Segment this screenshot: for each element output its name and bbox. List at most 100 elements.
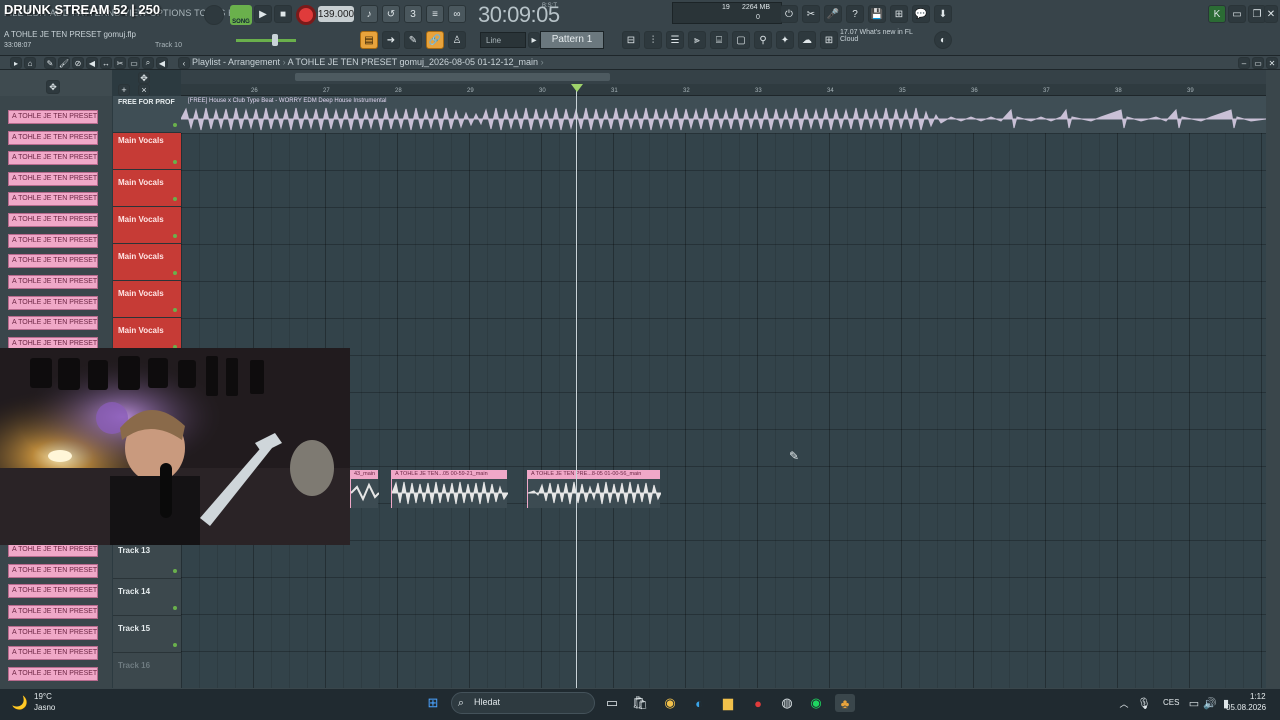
clip-list-item[interactable]: A TOHLE JE TEN PRESET g (8, 192, 98, 206)
plugin-icon[interactable]: ⚲ (754, 31, 772, 49)
piano-roll-icon[interactable]: ⫶ (644, 31, 662, 49)
record-button[interactable] (296, 5, 316, 25)
paint-icon[interactable]: 🖌 (58, 57, 70, 69)
store-icon[interactable]: ⊞ (820, 31, 838, 49)
tray-mic-icon[interactable]: 🎙 (1134, 694, 1154, 712)
cloud-icon[interactable]: ☁ (798, 31, 816, 49)
track-header[interactable]: Track 13 (113, 542, 181, 579)
record-app-icon[interactable]: ● (748, 694, 768, 712)
microphone-icon[interactable]: 🎤 (824, 5, 842, 23)
wait-input-icon[interactable]: ↺ (382, 5, 400, 23)
power-icon[interactable]: ⏻ (780, 5, 798, 23)
help-icon[interactable]: ? (846, 5, 864, 23)
clip-list-item[interactable]: A TOHLE JE TEN PRESET g (8, 543, 98, 557)
clip-list-item[interactable]: A TOHLE JE TEN PRESET g (8, 316, 98, 330)
clip-list-item[interactable]: A TOHLE JE TEN PRESET g (8, 667, 98, 681)
track-header[interactable]: Track 15 (113, 616, 181, 653)
playlist-close-icon[interactable]: ✕ (1266, 57, 1278, 69)
track-status-dot[interactable] (173, 197, 177, 201)
file-explorer-icon[interactable]: ▆ (718, 694, 738, 712)
track-header[interactable]: Main Vocals (113, 133, 181, 170)
mixer-view-icon[interactable]: ⫸ (688, 31, 706, 49)
track-status-dot[interactable] (173, 234, 177, 238)
metronome-icon[interactable]: ♪ (360, 5, 378, 23)
chrome-icon[interactable]: ◉ (660, 694, 680, 712)
clip-list-item[interactable]: A TOHLE JE TEN PRESET g (8, 213, 98, 227)
track-header[interactable]: Track 14 (113, 579, 181, 616)
metronome-dial-icon[interactable] (204, 5, 224, 25)
slip-icon[interactable]: ↔ (100, 57, 112, 69)
audio-clip[interactable]: A TOHLE JE TEN...05 00-59-21_main (391, 470, 508, 508)
playlist-icon[interactable]: ▤ (360, 31, 378, 49)
file-icon[interactable]: ▢ (732, 31, 750, 49)
track-status-dot[interactable] (173, 606, 177, 610)
download-icon[interactable]: ⬇ (934, 5, 952, 23)
clip-list-item[interactable]: A TOHLE JE TEN PRESET g (8, 110, 98, 124)
weather-temperature[interactable]: 19°C (34, 692, 52, 701)
track-status-dot[interactable] (173, 160, 177, 164)
song-mode-button[interactable]: SONG (230, 5, 252, 25)
track-status-dot[interactable] (173, 308, 177, 312)
track-header[interactable]: Main Vocals (113, 170, 181, 207)
pattern-arrow-icon[interactable]: ▸ (528, 32, 540, 48)
pencil-icon[interactable]: ✎ (44, 57, 56, 69)
master-volume-knob[interactable] (272, 34, 278, 46)
track-header[interactable]: FREE FOR PROF (113, 96, 181, 133)
move-icon[interactable]: ✥ (138, 72, 150, 84)
clip-list-item[interactable]: A TOHLE JE TEN PRESET g (8, 626, 98, 640)
spotify-icon[interactable]: ◉ (806, 694, 826, 712)
system-clock-time[interactable]: 1:12 (1250, 692, 1266, 701)
channel-rack-icon[interactable]: ⊟ (622, 31, 640, 49)
link-icon[interactable]: 🔗 (426, 31, 444, 49)
stamp-icon[interactable]: ♙ (448, 31, 466, 49)
tray-expand-icon[interactable]: ︿ (1114, 694, 1134, 712)
track-status-dot[interactable] (173, 569, 177, 573)
clip-list-item[interactable]: A TOHLE JE TEN PRESET g (8, 296, 98, 310)
close-track-icon[interactable]: × (138, 84, 150, 96)
select-icon[interactable]: ▭ (128, 57, 140, 69)
clip-list-item[interactable]: A TOHLE JE TEN PRESET g (8, 131, 98, 145)
window-icon[interactable]: ▭ (1228, 5, 1246, 23)
track-header[interactable]: Main Vocals (113, 244, 181, 281)
stop-icon[interactable]: ■ (274, 5, 292, 23)
pattern-select[interactable]: Pattern 1 (540, 31, 604, 49)
back-arrow-icon[interactable]: ‹ (178, 57, 190, 69)
slice-icon[interactable]: ✂ (114, 57, 126, 69)
tempo-display[interactable]: 139.000 (318, 6, 354, 22)
mute-icon[interactable]: ◀ (86, 57, 98, 69)
play-icon[interactable]: ▶ (254, 5, 272, 23)
playhead-marker-icon[interactable] (571, 84, 583, 92)
track-status-dot[interactable] (173, 271, 177, 275)
weather-icon[interactable]: 🌙 (10, 694, 30, 712)
clip-list-item[interactable]: A TOHLE JE TEN PRESET g (8, 564, 98, 578)
vertical-scrollbar[interactable] (1266, 70, 1280, 688)
task-view-icon[interactable]: ▭ (602, 694, 622, 712)
taskbar-search-box[interactable] (451, 692, 595, 714)
maximize-icon[interactable]: ▭ (1252, 57, 1264, 69)
clip-list-item[interactable]: A TOHLE JE TEN PRESET g (8, 151, 98, 165)
weather-description[interactable]: Jasno (34, 703, 55, 712)
master-volume-slider[interactable] (236, 39, 296, 42)
minimize-icon[interactable]: – (1238, 57, 1250, 69)
horizontal-scroll-thumb[interactable] (295, 73, 610, 81)
audio-clip[interactable]: A TOHLE JE TEN PRE...8-05 01-00-56_main (527, 470, 661, 508)
zoom-icon[interactable]: ⌕ (142, 57, 154, 69)
timeline-ruler[interactable] (181, 84, 1266, 96)
track-header[interactable]: Main Vocals (113, 281, 181, 318)
cpu-icon[interactable]: ✂ (802, 5, 820, 23)
edge-icon[interactable]: ◐ (689, 694, 709, 712)
chat-icon[interactable]: 💬 (912, 5, 930, 23)
playhead-line[interactable] (576, 84, 577, 688)
fl-studio-icon[interactable]: ♣ (835, 694, 855, 712)
clip-list-item[interactable]: A TOHLE JE TEN PRESET g (8, 605, 98, 619)
clip-list-item[interactable]: A TOHLE JE TEN PRESET g (8, 275, 98, 289)
loop-record-icon[interactable]: ∞ (448, 5, 466, 23)
clip-list-item[interactable]: A TOHLE JE TEN PRESET g (8, 254, 98, 268)
playlist-view-icon[interactable]: ☰ (666, 31, 684, 49)
draw-icon[interactable]: ✎ (404, 31, 422, 49)
system-clock-date[interactable]: 05.08.2026 (1226, 703, 1266, 712)
obs-icon[interactable]: ◍ (777, 694, 797, 712)
arrow-icon[interactable]: ➜ (382, 31, 400, 49)
track-header[interactable]: Track 16 (113, 653, 181, 690)
news-globe-icon[interactable]: ◐ (934, 31, 952, 49)
